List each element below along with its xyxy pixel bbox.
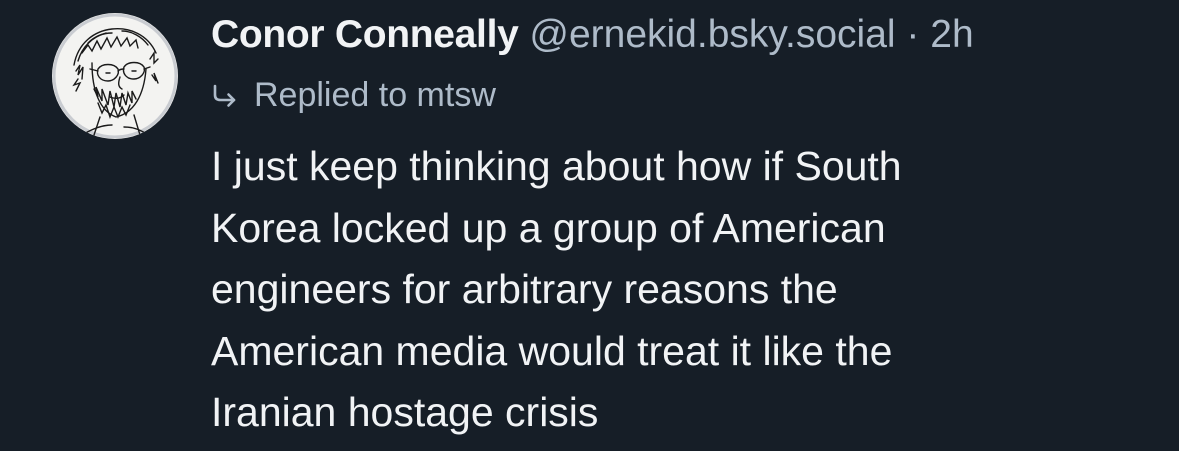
post-card: Conor Conneally @ernekid.bsky.social · 2… xyxy=(0,0,1179,451)
author-display-name[interactable]: Conor Conneally xyxy=(211,13,519,56)
post-header: Conor Conneally @ernekid.bsky.social · 2… xyxy=(211,12,974,58)
avatar[interactable] xyxy=(52,13,178,139)
meta-separator: · xyxy=(906,13,920,56)
reply-arrow-icon xyxy=(213,84,236,107)
post-timestamp[interactable]: 2h xyxy=(930,13,973,56)
post-text: I just keep thinking about how if South … xyxy=(211,143,902,435)
avatar-sketch-icon xyxy=(52,13,178,139)
author-handle[interactable]: @ernekid.bsky.social xyxy=(529,13,895,56)
reply-context[interactable]: Replied to mtsw xyxy=(212,74,496,116)
reply-label: Replied to mtsw xyxy=(254,76,496,114)
